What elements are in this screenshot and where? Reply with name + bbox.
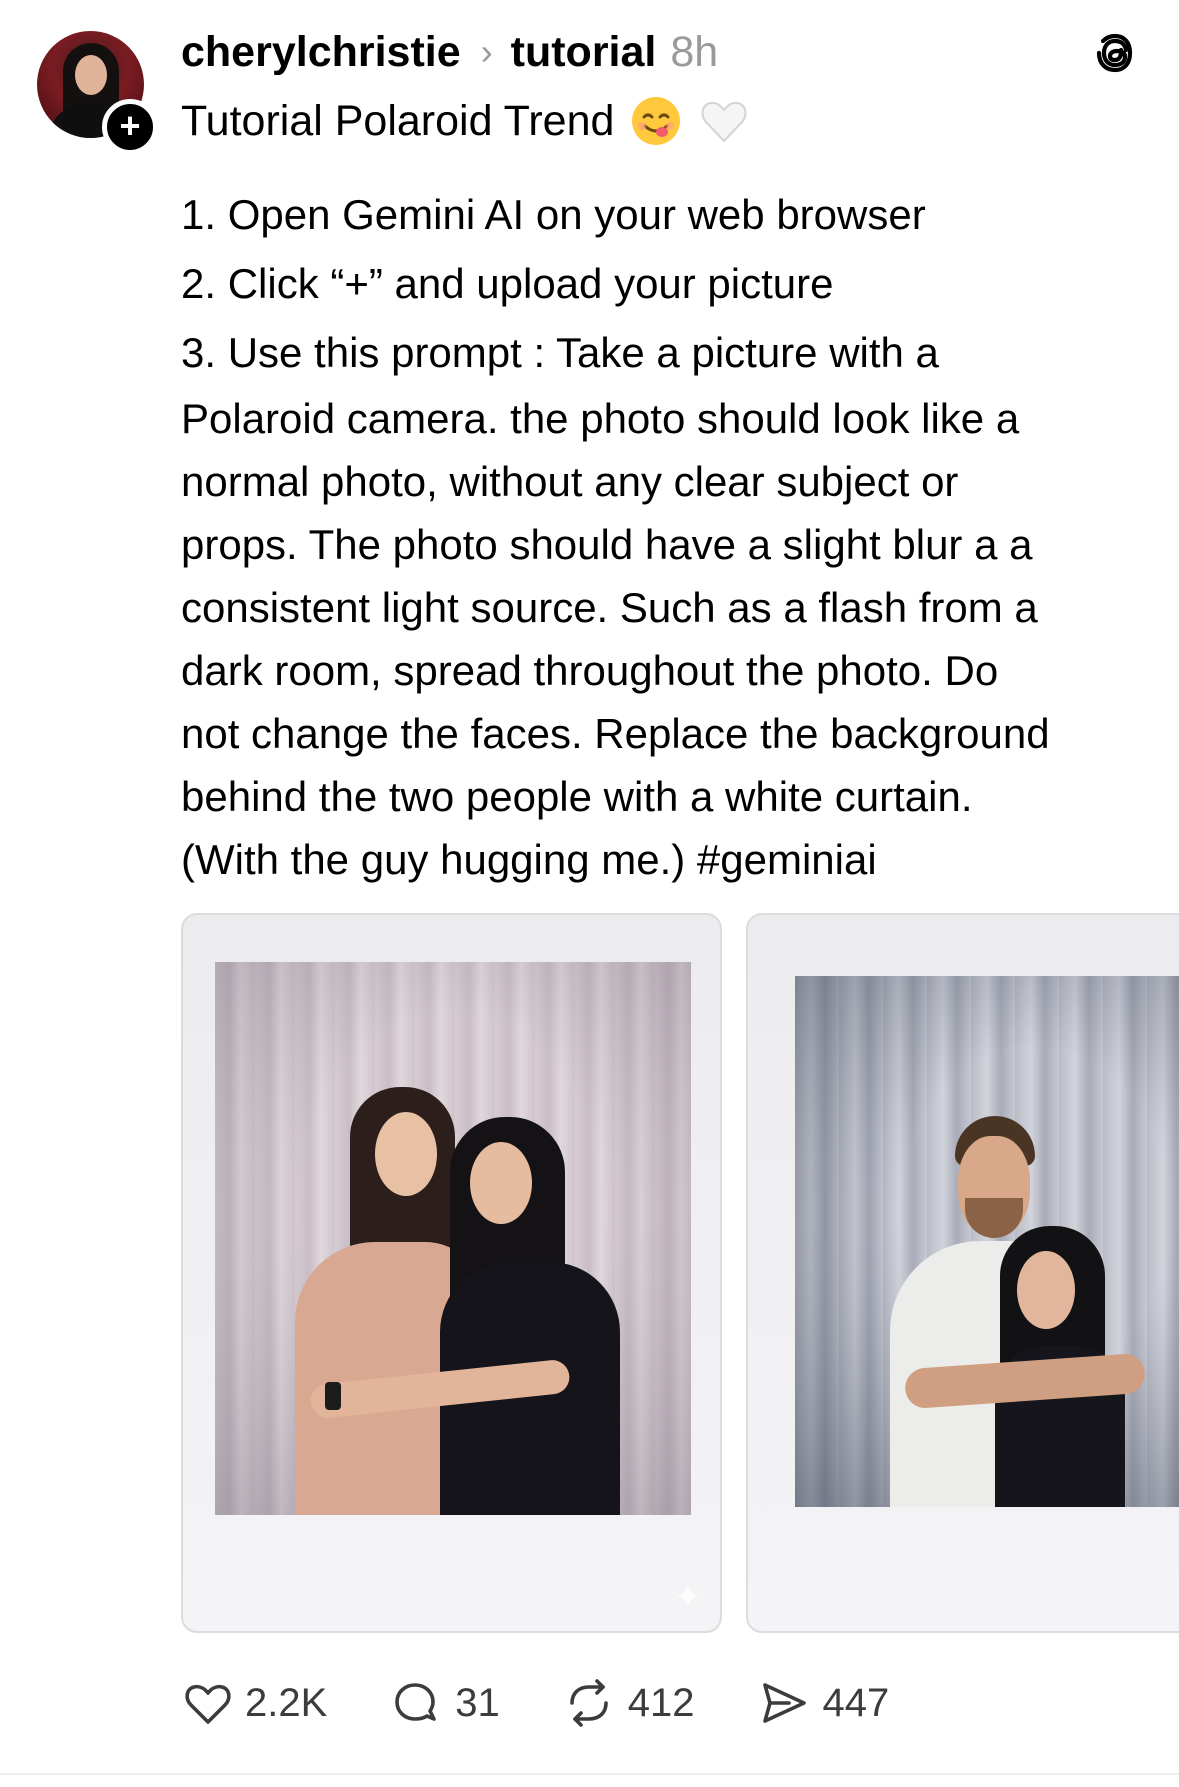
like-button[interactable]: 2.2K [181,1676,327,1730]
person-left-face [375,1112,437,1196]
topic-link[interactable]: tutorial [511,28,657,77]
post-title-text: Tutorial Polaroid Trend [181,96,615,145]
step-3-line: (With the guy hugging me.) #geminiai [181,836,877,883]
heart-icon [185,1684,231,1724]
post-title: Tutorial Polaroid Trend [181,90,750,152]
step-3-line: not change the faces. Replace the backgr… [181,710,1050,757]
repost-button[interactable]: 412 [562,1676,695,1730]
step-3-line: dark room, spread throughout the photo. … [181,647,999,694]
step-3-line: Polaroid camera. the photo should look l… [181,395,1020,442]
reply-count: 31 [455,1680,500,1725]
avatar-face [75,55,107,95]
share-count: 447 [822,1680,890,1725]
share-button[interactable]: 447 [757,1676,890,1730]
step-2: 2. Click “+” and upload your picture [181,260,834,307]
post-header: cherylchristie › tutorial 8h [181,22,718,82]
watch [325,1382,341,1410]
step-1: 1. Open Gemini AI on your web browser [181,191,926,238]
step-3-line: behind the two people with a white curta… [181,773,973,820]
photo-two-women-hugging [215,962,691,1515]
step-3: 3. Use this prompt : Take a picture with… [181,318,1161,891]
avatar-container[interactable]: + [37,31,158,155]
follow-button[interactable]: + [102,99,158,155]
person-right-face [470,1142,532,1224]
photo-man-hugging-woman [795,976,1179,1507]
step-3-line: consistent light source. Such as a flash… [181,584,1038,631]
comment-icon [395,1683,437,1721]
repost-count: 412 [627,1680,695,1725]
reply-button[interactable]: 31 [389,1676,500,1730]
step-3-line: 3. Use this prompt : Take a picture with… [181,329,939,376]
post-actions: 2.2K 31 412 447 [181,1670,951,1736]
white-heart-emoji [701,101,747,143]
polaroid-image-2[interactable] [746,913,1179,1633]
post-body: 1. Open Gemini AI on your web browser 2.… [181,180,1161,891]
image-carousel[interactable]: ✦ [181,913,1179,1635]
step-3-line: props. The photo should have a slight bl… [181,521,1033,568]
step-3-line: normal photo, without any clear subject … [181,458,959,505]
send-icon [762,1683,806,1723]
chevron-right-icon: › [480,31,493,72]
sparkle-icon: ✦ [673,1578,703,1616]
polaroid-image-1[interactable]: ✦ [181,913,722,1633]
face-savoring-food-emoji [632,97,681,145]
threads-post: + cherylchristie › tutorial 8h Tutorial … [0,0,1179,1787]
username-link[interactable]: cherylchristie [181,28,461,77]
like-count: 2.2K [245,1680,328,1725]
woman-face [1017,1251,1075,1329]
threads-logo-icon[interactable] [1090,28,1140,78]
post-timestamp: 8h [670,27,719,76]
divider [0,1773,1179,1775]
repost-icon [569,1679,608,1727]
